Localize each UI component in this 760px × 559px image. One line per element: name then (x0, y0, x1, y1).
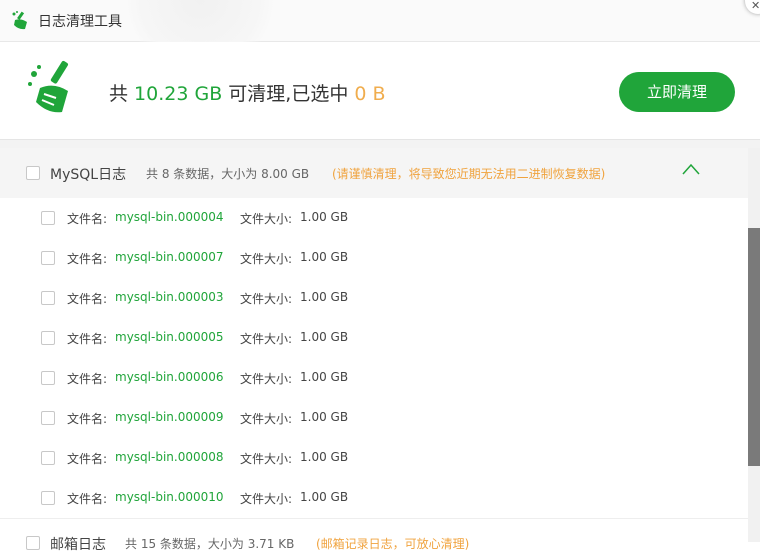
file-checkbox[interactable] (41, 491, 55, 505)
file-size: 1.00 GB (300, 250, 349, 264)
summary-middle: 可清理,已选中 (222, 83, 355, 105)
window-title: 日志清理工具 (38, 14, 122, 30)
selected-size: 0 B (354, 83, 386, 105)
file-size-label: 文件大小: (240, 332, 293, 346)
group-info: 共 15 条数据，大小为 3.71 KB (125, 537, 295, 551)
summary-prefix: 共 (109, 83, 135, 105)
group-name: MySQL日志 (50, 167, 127, 183)
file-size: 1.00 GB (300, 410, 349, 424)
file-size-label: 文件大小: (240, 212, 293, 226)
file-size: 1.00 GB (300, 370, 349, 384)
summary-text: 共 10.23 GB 可清理,已选中 0 B (109, 79, 386, 106)
title-bar: 日志清理工具 (0, 0, 760, 42)
file-size: 1.00 GB (300, 490, 349, 504)
file-size-label: 文件大小: (240, 492, 293, 506)
file-name-label: 文件名: (67, 252, 108, 266)
file-row[interactable]: 文件名: mysql-bin.000009 文件大小: 1.00 GB (0, 398, 748, 439)
group-checkbox[interactable] (26, 536, 40, 550)
broom-icon (12, 11, 27, 30)
file-name-label: 文件名: (67, 332, 108, 346)
file-row[interactable]: 文件名: mysql-bin.000007 文件大小: 1.00 GB (0, 238, 748, 279)
group-header-mysql[interactable]: MySQL日志 共 8 条数据，大小为 8.00 GB (请谨慎清理，将导致您近… (0, 148, 748, 199)
file-name: mysql-bin.000008 (115, 450, 224, 464)
file-name-label: 文件名: (67, 452, 108, 466)
file-name-label: 文件名: (67, 412, 108, 426)
file-size-label: 文件大小: (240, 292, 293, 306)
file-row[interactable]: 文件名: mysql-bin.000005 文件大小: 1.00 GB (0, 318, 748, 359)
file-row[interactable]: 文件名: mysql-bin.000006 文件大小: 1.00 GB (0, 358, 748, 399)
file-checkbox[interactable] (41, 451, 55, 465)
file-row[interactable]: 文件名: mysql-bin.000010 文件大小: 1.00 GB (0, 478, 748, 519)
file-row[interactable]: 文件名: mysql-bin.000004 文件大小: 1.00 GB (0, 198, 748, 239)
file-size: 1.00 GB (300, 210, 349, 224)
file-name: mysql-bin.000007 (115, 250, 224, 264)
file-size: 1.00 GB (300, 450, 349, 464)
file-name: mysql-bin.000010 (115, 490, 224, 504)
file-row[interactable]: 文件名: mysql-bin.000003 文件大小: 1.00 GB (0, 278, 748, 319)
file-size-label: 文件大小: (240, 412, 293, 426)
file-name-label: 文件名: (67, 292, 108, 306)
vertical-scrollbar[interactable] (748, 148, 760, 542)
file-checkbox[interactable] (41, 251, 55, 265)
clean-now-button[interactable]: 立即清理 (619, 72, 735, 112)
file-name: mysql-bin.000009 (115, 410, 224, 424)
group-name: 邮箱日志 (50, 537, 106, 553)
file-name: mysql-bin.000005 (115, 330, 224, 344)
group-warning: (请谨慎清理，将导致您近期无法用二进制恢复数据) (332, 167, 606, 181)
group-info: 共 8 条数据，大小为 8.00 GB (146, 167, 310, 181)
chevron-up-icon[interactable] (681, 162, 701, 176)
file-size-label: 文件大小: (240, 452, 293, 466)
file-checkbox[interactable] (41, 331, 55, 345)
group-header-mail[interactable]: 邮箱日志 共 15 条数据，大小为 3.71 KB (邮箱记录日志，可放心清理) (0, 518, 748, 559)
file-name: mysql-bin.000003 (115, 290, 224, 304)
file-size-label: 文件大小: (240, 252, 293, 266)
file-checkbox[interactable] (41, 211, 55, 225)
file-checkbox[interactable] (41, 291, 55, 305)
file-name: mysql-bin.000004 (115, 210, 224, 224)
file-name-label: 文件名: (67, 372, 108, 386)
file-row[interactable]: 文件名: mysql-bin.000008 文件大小: 1.00 GB (0, 438, 748, 479)
total-size: 10.23 GB (134, 83, 223, 105)
group-warning: (邮箱记录日志，可放心清理) (316, 537, 470, 551)
file-name-label: 文件名: (67, 492, 108, 506)
file-name-label: 文件名: (67, 212, 108, 226)
broom-icon (28, 60, 68, 113)
file-size: 1.00 GB (300, 330, 349, 344)
file-size-label: 文件大小: (240, 372, 293, 386)
file-checkbox[interactable] (41, 371, 55, 385)
file-checkbox[interactable] (41, 411, 55, 425)
file-size: 1.00 GB (300, 290, 349, 304)
file-name: mysql-bin.000006 (115, 370, 224, 384)
group-checkbox[interactable] (26, 166, 40, 180)
close-icon: ✕ (751, 0, 760, 12)
scrollbar-thumb[interactable] (748, 228, 760, 466)
